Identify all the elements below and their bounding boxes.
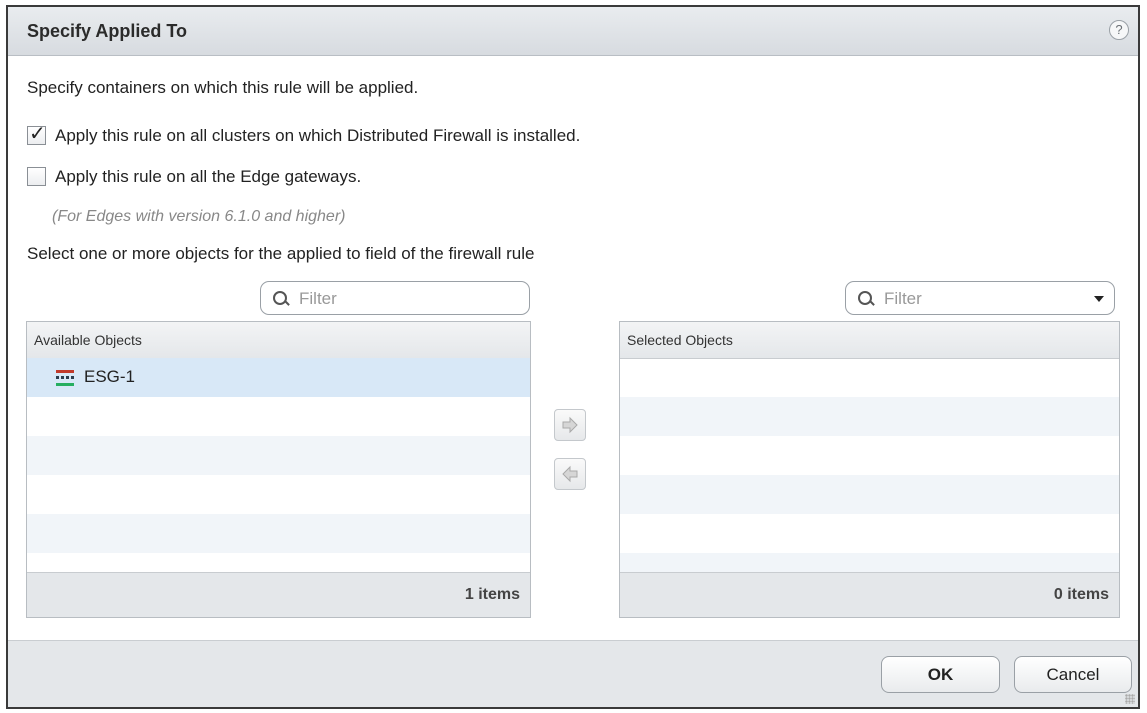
list-item[interactable]: ESG-1: [27, 358, 530, 397]
arrow-right-icon: [562, 416, 578, 434]
help-icon[interactable]: ?: [1109, 20, 1129, 40]
filter-placeholder: Filter: [884, 289, 922, 308]
empty-row: [620, 514, 1119, 553]
dialog-title: Specify Applied To: [27, 21, 188, 41]
empty-row: [620, 436, 1119, 475]
cancel-button[interactable]: Cancel: [1014, 656, 1132, 693]
search-icon: [858, 291, 872, 305]
selected-filter-input[interactable]: Filter: [845, 281, 1115, 315]
item-count: 1 items: [464, 586, 520, 603]
available-objects-footer: 1 items: [27, 572, 530, 617]
empty-row: [620, 358, 1119, 397]
dfw-checkbox[interactable]: ✓: [27, 123, 46, 145]
add-to-selected-button[interactable]: [554, 409, 586, 441]
checkmark-icon: ✓: [29, 123, 46, 145]
available-objects-panel: Available Objects ESG-1 1 items: [26, 321, 531, 618]
edge-checkbox[interactable]: [27, 167, 46, 186]
resize-grip-icon[interactable]: [1125, 694, 1135, 704]
remove-from-selected-button[interactable]: [554, 458, 586, 490]
chevron-down-icon[interactable]: [1094, 296, 1104, 302]
empty-row: [620, 475, 1119, 514]
empty-row: [27, 436, 530, 475]
specify-applied-to-dialog: Specify Applied To ? Specify containers …: [6, 5, 1140, 709]
filter-placeholder: Filter: [299, 289, 337, 308]
column-header: Available Objects: [34, 332, 142, 348]
edge-checkbox-label[interactable]: Apply this rule on all the Edge gateways…: [55, 167, 361, 187]
empty-row: [27, 475, 530, 514]
arrow-left-icon: [562, 465, 578, 483]
selected-objects-footer: 0 items: [620, 572, 1119, 617]
dialog-titlebar: Specify Applied To ?: [8, 7, 1138, 56]
empty-row: [620, 397, 1119, 436]
select-prompt: Select one or more objects for the appli…: [27, 244, 535, 263]
edge-gateway-icon: [56, 370, 74, 386]
selected-objects-header: Selected Objects: [620, 322, 1119, 359]
list-item-label: ESG-1: [84, 367, 136, 386]
available-filter-input[interactable]: Filter: [260, 281, 530, 315]
search-icon: [273, 291, 287, 305]
intro-text: Specify containers on which this rule wi…: [27, 78, 419, 97]
empty-row: [27, 514, 530, 553]
ok-button[interactable]: OK: [881, 656, 1000, 693]
item-count: 0 items: [1053, 586, 1109, 603]
available-objects-header: Available Objects: [27, 322, 530, 359]
selected-objects-panel: Selected Objects 0 items: [619, 321, 1120, 618]
empty-row: [27, 397, 530, 436]
column-header: Selected Objects: [627, 332, 733, 348]
dialog-footer: OK Cancel: [8, 640, 1138, 707]
edge-version-note: (For Edges with version 6.1.0 and higher…: [52, 208, 346, 225]
dfw-checkbox-label[interactable]: Apply this rule on all clusters on which…: [55, 126, 580, 146]
